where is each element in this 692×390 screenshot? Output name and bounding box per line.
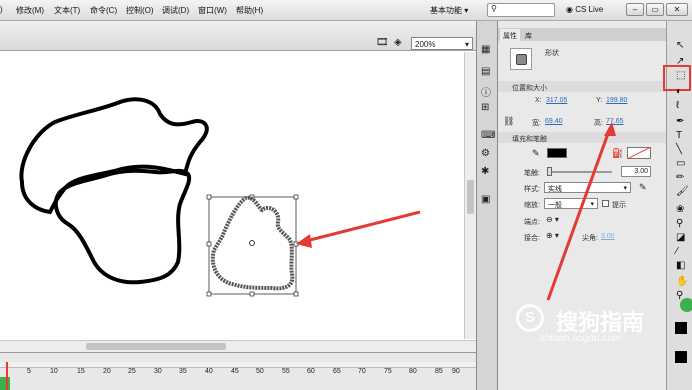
components-icon[interactable]: ⚙ <box>481 148 490 159</box>
horizontal-scrollbar[interactable] <box>0 340 476 352</box>
tab-library[interactable]: 库 <box>522 29 535 41</box>
shape-icon <box>516 54 527 65</box>
zoom-select[interactable]: 200% ▾ <box>411 37 473 50</box>
menu-item-help[interactable]: 帮助(H) <box>236 5 263 16</box>
transform-panel-icon[interactable]: ⊞ <box>481 102 489 113</box>
instance-type-label: 形状 <box>545 50 559 57</box>
ruler-label: 75 <box>384 368 392 375</box>
fill-color-tool[interactable] <box>675 351 687 363</box>
position-size-header[interactable]: 位置和大小 <box>498 81 666 92</box>
free-transform-tool-icon[interactable]: ⬚ <box>676 70 685 81</box>
sogou-logo: S <box>516 304 544 332</box>
search-icon: ⚲ <box>491 4 497 13</box>
annotation-arrow-panel-svg <box>546 122 616 301</box>
eyedropper-tool-icon[interactable]: ⁄ <box>676 246 678 257</box>
status-badge <box>680 298 692 312</box>
align-panel-icon[interactable]: ▤ <box>481 66 490 77</box>
y-value[interactable]: 199.80 <box>606 97 627 104</box>
x-value[interactable]: 317.05 <box>546 97 567 104</box>
ruler-label: 65 <box>333 368 341 375</box>
text-tool-icon[interactable]: T <box>676 130 682 141</box>
info-panel-icon[interactable]: ⓘ <box>481 84 491 99</box>
ruler-label: 30 <box>154 368 162 375</box>
pen-tool-icon[interactable]: ✒ <box>676 116 684 127</box>
menu-item-modify[interactable]: 修改(M) <box>16 5 44 16</box>
ruler-label: 80 <box>409 368 417 375</box>
ruler-label: 5 <box>27 368 31 375</box>
minimize-button[interactable]: – <box>626 3 644 16</box>
ruler-label: 70 <box>358 368 366 375</box>
ruler-label: 45 <box>231 368 239 375</box>
playhead[interactable] <box>6 362 8 390</box>
menu-item-debug[interactable]: 调试(D) <box>162 5 189 16</box>
position-size-title: 位置和大小 <box>512 85 547 92</box>
annotation-arrowhead-panel <box>604 122 616 136</box>
bone-tool-icon[interactable]: ⚲ <box>676 218 683 229</box>
menu-item-partial[interactable]: ) <box>0 5 3 14</box>
x-label: X: <box>535 97 542 104</box>
menu-item-control[interactable]: 控制(O) <box>126 5 154 16</box>
ruler-label: 40 <box>205 368 213 375</box>
selection-tool-icon[interactable]: ↖ <box>676 40 684 51</box>
cs-live-label: CS Live <box>575 5 604 14</box>
code-snippets-icon[interactable]: ⌨ <box>481 130 495 141</box>
brush-tool-icon[interactable]: 🖌 <box>676 186 689 197</box>
ruler-label: 15 <box>77 368 85 375</box>
ruler-label: 20 <box>103 368 111 375</box>
menu-item-commands[interactable]: 命令(C) <box>90 5 117 16</box>
edit-bar <box>0 21 476 51</box>
deco-tool-icon[interactable]: ❀ <box>676 204 684 215</box>
menu-item-window[interactable]: 窗口(W) <box>198 5 227 16</box>
large-shape-outline <box>19 97 209 215</box>
rectangle-tool-icon[interactable]: ▭ <box>676 158 685 169</box>
ruler-label: 25 <box>128 368 136 375</box>
search-input[interactable]: ⚲ <box>487 3 555 17</box>
transform-point <box>249 240 255 246</box>
eraser-tool-icon[interactable]: ◧ <box>676 260 685 271</box>
hand-tool-icon[interactable]: ✋ <box>676 276 688 287</box>
stroke-color-tool[interactable] <box>675 322 687 334</box>
properties-panel-icon[interactable]: ▦ <box>481 44 490 55</box>
workspace-switcher[interactable]: 基本功能 ▾ <box>426 2 476 18</box>
shape-thumbnail <box>510 48 532 70</box>
paint-bucket-tool-icon[interactable]: ◪ <box>676 232 685 243</box>
3d-rotation-tool-icon[interactable]: ◐ <box>676 86 682 97</box>
ruler-label: 90 <box>452 368 460 375</box>
ruler-label: 60 <box>307 368 315 375</box>
vertical-scrollbar[interactable] <box>464 52 476 339</box>
y-label: Y: <box>596 97 603 104</box>
small-shape-outline <box>53 168 192 285</box>
zoom-value: 200% <box>415 40 436 49</box>
workspace-label: 基本功能 <box>430 6 462 15</box>
horizontal-scroll-thumb[interactable] <box>86 343 226 350</box>
cs-live-button[interactable]: ◉ CS Live <box>566 5 603 14</box>
lasso-tool-icon[interactable]: ℓ <box>676 100 679 111</box>
vertical-scroll-thumb[interactable] <box>467 180 474 214</box>
pencil-tool-icon[interactable]: ✏ <box>676 172 684 183</box>
ruler-label: 55 <box>282 368 290 375</box>
close-button[interactable]: ✕ <box>666 3 688 16</box>
ruler-label: 50 <box>256 368 264 375</box>
line-tool-icon[interactable]: ╲ <box>676 144 682 155</box>
motion-presets-icon[interactable]: ✱ <box>481 166 489 177</box>
restore-button[interactable]: ▭ <box>646 3 664 16</box>
annotation-arrow-panel <box>546 127 612 301</box>
ruler-label: 85 <box>435 368 443 375</box>
annotation-arrow-stage <box>301 210 421 244</box>
tab-properties[interactable]: 属性 <box>500 29 520 41</box>
edit-symbols-icon[interactable]: 🎞 <box>376 37 389 48</box>
menu-item-text[interactable]: 文本(T) <box>54 5 80 16</box>
ruler-label: 35 <box>179 368 187 375</box>
annotation-arrowhead-stage <box>296 234 312 248</box>
layer-indicator <box>0 377 10 390</box>
ruler-label: 10 <box>50 368 58 375</box>
watermark-url: zhinan.sogou.com <box>540 333 622 344</box>
edit-scene-icon[interactable]: ◈ <box>394 37 402 48</box>
canvas-drawing[interactable] <box>0 52 464 340</box>
output-panel-icon[interactable]: ▣ <box>481 194 490 205</box>
